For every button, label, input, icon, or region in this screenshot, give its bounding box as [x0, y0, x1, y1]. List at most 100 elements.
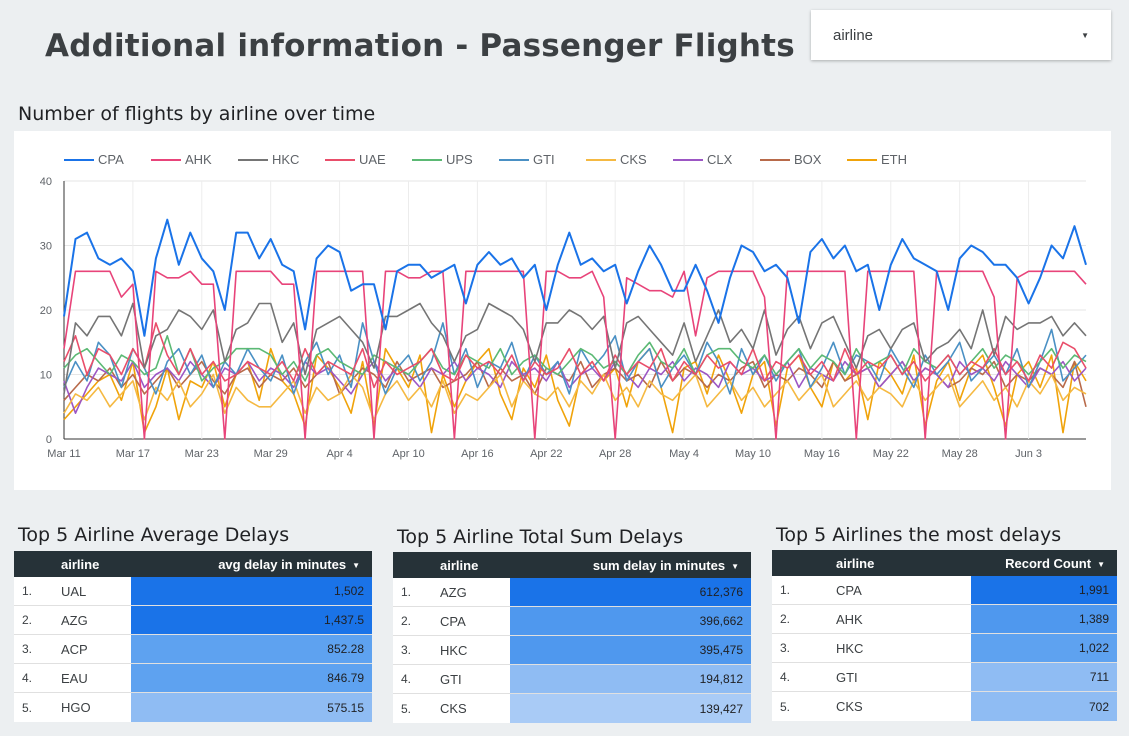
- x-tick-label: May 10: [735, 448, 771, 460]
- table-row[interactable]: 5. CKS 702: [772, 692, 1117, 721]
- row-value: 846.79: [131, 664, 372, 692]
- column-header-metric[interactable]: Record Count ▼: [882, 556, 1117, 571]
- table-row[interactable]: 2. AZG 1,437.5: [14, 606, 372, 635]
- table-sum-delays: airline sum delay in minutes ▼ 1. AZG 612,3…: [393, 552, 751, 723]
- row-airline: UAL: [61, 583, 87, 599]
- row-airline: CKS: [836, 699, 863, 714]
- y-tick-label: 20: [40, 305, 52, 317]
- x-tick-label: Apr 28: [599, 448, 631, 460]
- filter-label: airline: [833, 26, 874, 44]
- table-row[interactable]: 5. HGO 575.15: [14, 693, 372, 722]
- table-row[interactable]: 1. UAL 1,502: [14, 577, 372, 606]
- x-tick-label: Mar 29: [254, 448, 288, 460]
- y-tick-label: 10: [40, 370, 52, 382]
- row-airline: GTI: [440, 671, 462, 687]
- table-row[interactable]: 4. EAU 846.79: [14, 664, 372, 693]
- row-rank: 4.: [780, 670, 791, 684]
- airline-filter-dropdown[interactable]: airline ▼: [811, 10, 1111, 60]
- row-value: 575.15: [131, 693, 372, 722]
- x-tick-label: Apr 4: [326, 448, 352, 460]
- y-tick-label: 0: [46, 434, 52, 446]
- chevron-down-icon: ▼: [1081, 30, 1089, 40]
- table-header: airline Record Count ▼: [772, 550, 1117, 576]
- legend-label-uae: UAE: [359, 152, 386, 167]
- table-row[interactable]: 3. ACP 852.28: [14, 635, 372, 664]
- column-header-airline[interactable]: airline: [772, 556, 882, 571]
- row-rank: 3.: [401, 643, 412, 657]
- row-rank: 2.: [780, 612, 791, 626]
- y-tick-label: 30: [40, 241, 52, 253]
- x-tick-label: Apr 16: [461, 448, 493, 460]
- row-airline: HKC: [440, 642, 468, 658]
- row-value: 1,502: [131, 577, 372, 605]
- row-airline: AHK: [836, 611, 863, 627]
- table-header: airline sum delay in minutes ▼: [393, 552, 751, 578]
- row-airline: CKS: [440, 701, 467, 716]
- table-title-sum-delays: Top 5 Airline Total Sum Delays: [397, 526, 684, 548]
- page-title: Additional information - Passenger Fligh…: [45, 28, 795, 64]
- table-row[interactable]: 1. CPA 1,991: [772, 576, 1117, 605]
- table-body: 1. CPA 1,991 2. AHK 1,389 3. HKC 1,022 4. GTI 711 5.…: [772, 576, 1117, 721]
- row-value: 396,662: [510, 607, 751, 635]
- row-rank: 2.: [401, 614, 412, 628]
- x-tick-label: Apr 22: [530, 448, 562, 460]
- row-value: 139,427: [510, 694, 751, 723]
- row-rank: 3.: [22, 642, 33, 656]
- row-airline: HGO: [61, 700, 91, 715]
- legend-label-gti: GTI: [533, 152, 555, 167]
- row-value: 194,812: [510, 665, 751, 693]
- row-airline: AZG: [61, 612, 88, 628]
- table-row[interactable]: 4. GTI 194,812: [393, 665, 751, 694]
- row-rank: 1.: [401, 585, 412, 599]
- row-rank: 4.: [22, 671, 33, 685]
- row-rank: 3.: [780, 641, 791, 655]
- legend-label-ups: UPS: [446, 152, 473, 167]
- row-value: 395,475: [510, 636, 751, 664]
- row-value: 1,437.5: [131, 606, 372, 634]
- legend-label-eth: ETH: [881, 152, 907, 167]
- row-value: 1,991: [971, 576, 1117, 604]
- row-value: 612,376: [510, 578, 751, 606]
- legend-label-hkc: HKC: [272, 152, 299, 167]
- row-airline: CPA: [836, 582, 862, 598]
- x-tick-label: Mar 23: [185, 448, 219, 460]
- row-rank: 2.: [22, 613, 33, 627]
- table-body: 1. AZG 612,376 2. CPA 396,662 3. HKC 395,475 4. GT…: [393, 578, 751, 723]
- row-value: 711: [971, 663, 1117, 691]
- sort-desc-icon: ▼: [352, 560, 360, 570]
- table-header: airline avg delay in minutes ▼: [14, 551, 372, 577]
- table-title-avg-delays: Top 5 Airline Average Delays: [18, 524, 290, 546]
- line-chart: 0 10 20 30 40 Mar 11 Mar 17 Mar 23 Mar 29 Apr 4 Ap…: [40, 152, 1087, 460]
- legend-label-cks: CKS: [620, 152, 647, 167]
- table-most-delays: airline Record Count ▼ 1. CPA 1,991 2. AHK 1,3…: [772, 550, 1117, 721]
- legend-label-box: BOX: [794, 152, 822, 167]
- row-airline: GTI: [836, 669, 858, 685]
- x-tick-label: Jun 3: [1015, 448, 1042, 460]
- row-value: 1,389: [971, 605, 1117, 633]
- row-airline: EAU: [61, 670, 88, 686]
- x-tick-label: May 22: [873, 448, 909, 460]
- row-rank: 5.: [780, 699, 791, 714]
- table-row[interactable]: 3. HKC 1,022: [772, 634, 1117, 663]
- column-header-airline[interactable]: airline: [393, 558, 510, 573]
- column-header-label: Record Count: [1005, 555, 1092, 571]
- row-airline: ACP: [61, 641, 88, 657]
- table-row[interactable]: 1. AZG 612,376: [393, 578, 751, 607]
- column-header-airline[interactable]: airline: [14, 557, 131, 572]
- chart-title: Number of flights by airline over time: [18, 103, 376, 125]
- column-header-metric[interactable]: sum delay in minutes ▼: [510, 558, 751, 573]
- y-tick-label: 40: [40, 176, 52, 188]
- table-row[interactable]: 3. HKC 395,475: [393, 636, 751, 665]
- table-row[interactable]: 2. CPA 396,662: [393, 607, 751, 636]
- table-row[interactable]: 5. CKS 139,427: [393, 694, 751, 723]
- x-tick-label: Mar 17: [116, 448, 150, 460]
- table-row[interactable]: 4. GTI 711: [772, 663, 1117, 692]
- row-airline: HKC: [836, 640, 864, 656]
- x-tick-label: May 4: [669, 448, 699, 460]
- table-avg-delays: airline avg delay in minutes ▼ 1. UAL 1,502…: [14, 551, 372, 722]
- x-tick-label: May 16: [804, 448, 840, 460]
- column-header-metric[interactable]: avg delay in minutes ▼: [131, 557, 372, 572]
- sort-desc-icon: ▼: [731, 561, 739, 571]
- column-header-label: sum delay in minutes: [592, 557, 726, 573]
- table-row[interactable]: 2. AHK 1,389: [772, 605, 1117, 634]
